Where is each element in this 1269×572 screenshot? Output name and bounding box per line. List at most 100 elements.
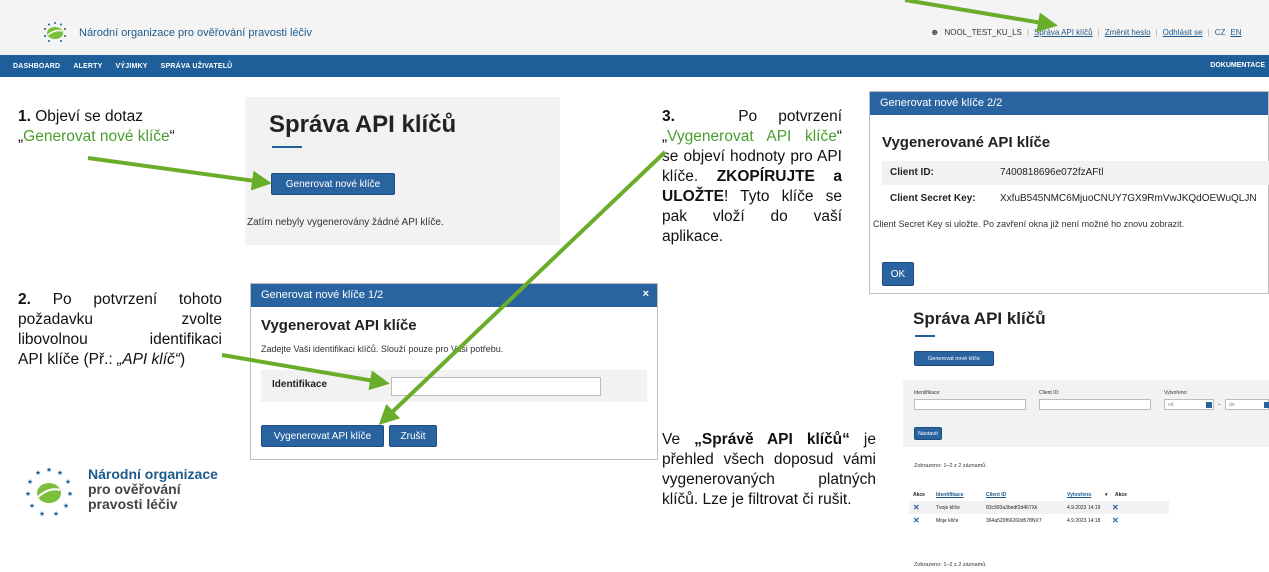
client-id-value: 7400818696e072fzAFtl [1000, 167, 1104, 178]
step1-green: Generovat nové klíče [23, 128, 170, 145]
col-action-2: Akce [1115, 492, 1127, 498]
filter-client-input[interactable] [1039, 399, 1151, 410]
step3-text: 3. Po potvrzení „Vygenerovat API klíče“ … [662, 107, 842, 247]
api-keys-empty-panel: Správa API klíčů Generovat nové klíče Za… [245, 97, 560, 245]
dialog-title: Vygenerované API klíče [882, 134, 1051, 151]
col-action: Akce [913, 492, 925, 498]
main-nav: DASHBOARD ALERTY VÝJIMKY SPRÁVA UŽIVATEL… [0, 55, 1269, 77]
table-row: ✕ Moje klíče 364a520f66260d578NX7 4.9.20… [909, 514, 1169, 527]
calendar-icon[interactable] [1206, 402, 1212, 408]
close-icon[interactable]: × [643, 288, 649, 300]
sort-icon[interactable]: ▾ [1105, 492, 1108, 498]
date-separator: – [1218, 402, 1221, 408]
dialog-title: Vygenerovat API klíče [261, 317, 417, 334]
secret-value: XxfuB545NMC6MjuoCNUY7GX9RmVwJKQdOEWuQLJN [1000, 193, 1257, 204]
api-keys-table: Akce Identifikace Client ID Vytvořeno ▾ … [909, 488, 1169, 527]
user-icon: ☻ [930, 27, 940, 37]
row-client: 364a520f66260d578NX7 [986, 518, 1042, 524]
dialog-header: Generovat nové klíče 1/2 [251, 284, 657, 307]
page-title: Správa API klíčů [269, 111, 457, 138]
step3-line1: Po potvrzení [738, 108, 843, 125]
svg-text:★: ★ [67, 490, 73, 498]
svg-text:★: ★ [46, 466, 52, 474]
delete-icon[interactable]: ✕ [913, 516, 920, 525]
date-to-input[interactable]: do [1225, 399, 1269, 410]
step2-line1: Po potvrzení tohoto [52, 291, 222, 308]
generate-keys-button[interactable]: Generovat nové klíče [914, 351, 994, 366]
filter-ident-label: Identifikace: [914, 390, 941, 396]
step3-green: Vygenerovat API klíče [667, 128, 837, 145]
link-api-keys[interactable]: Správa API klíčů [1034, 28, 1093, 37]
row-ident: Tvoje klíče [936, 505, 960, 511]
step2-example: „API klíč“ [117, 351, 180, 368]
identification-row: Identifikace [261, 370, 647, 402]
dialog-header: Generovat nové klíče 2/2 [870, 92, 1268, 115]
identification-input[interactable] [391, 377, 601, 396]
title-underline [915, 335, 935, 337]
api-keys-overview: Správa API klíčů Generovat nové klíče Id… [903, 304, 1269, 572]
table-row: ✕ Tvoje klíče 83c993a3bedf2d467Xk 4.9.20… [909, 501, 1169, 514]
divider: | [1155, 27, 1158, 37]
quote-close: “ [836, 128, 842, 145]
cancel-button[interactable]: Zrušit [389, 425, 437, 447]
arrow-to-generate-button [87, 156, 272, 191]
filter-client-label: Client ID: [1039, 390, 1060, 396]
logo-line3: pravosti léčiv [88, 496, 178, 512]
col-client[interactable]: Client ID [986, 492, 1006, 498]
generate-keys-button[interactable]: Generovat nové klíče [271, 173, 395, 195]
nool-logo-icon [44, 22, 66, 42]
client-id-label: Client ID: [890, 167, 934, 178]
dialog-subtitle: Zadejte Vaši identifikaci klíčů. Slouží … [261, 344, 504, 354]
delete-icon[interactable]: ✕ [1112, 503, 1119, 512]
link-change-password[interactable]: Změnit heslo [1105, 28, 1151, 37]
lang-cz[interactable]: CZ [1215, 28, 1226, 37]
lang-en[interactable]: EN [1230, 28, 1241, 37]
generate-api-keys-button[interactable]: Vygenerovat API klíče [261, 425, 384, 447]
svg-text:★: ★ [25, 490, 31, 498]
step1-number: 1. [18, 108, 31, 125]
svg-text:★: ★ [39, 510, 45, 518]
username: NOOL_TEST_KU_LS [944, 27, 1022, 37]
step2-line2: požadavku zvolte [18, 311, 222, 328]
nav-dashboard[interactable]: DASHBOARD [13, 63, 60, 70]
secret-note: Client Secret Key si uložte. Po zavření … [873, 219, 1185, 229]
nav-exceptions[interactable]: VÝJIMKY [116, 63, 148, 70]
ok-button[interactable]: OK [882, 262, 914, 286]
svg-text:★: ★ [57, 469, 63, 477]
filter-panel: Identifikace: Client ID: Vytvořeno: od –… [903, 380, 1269, 447]
step3-number: 3. [662, 108, 675, 125]
col-ident[interactable]: Identifikace [936, 492, 964, 498]
nav-alerts[interactable]: ALERTY [73, 63, 102, 70]
step2-line4a: API klíče (Př.: [18, 351, 118, 368]
date-to-placeholder: do [1229, 402, 1235, 408]
table-header: Akce Identifikace Client ID Vytvořeno ▾ … [909, 488, 1169, 501]
nav-user-management[interactable]: SPRÁVA UŽIVATELŮ [161, 63, 233, 70]
record-count: Zobrazeno: 1–2 z 2 záznamů. [914, 463, 987, 469]
calendar-icon[interactable] [1264, 402, 1269, 408]
col-created[interactable]: Vytvořeno [1067, 492, 1091, 498]
filter-ident-input[interactable] [914, 399, 1026, 410]
svg-text:★: ★ [65, 478, 71, 486]
apply-filter-button[interactable]: Nastavit [914, 427, 942, 440]
delete-icon[interactable]: ✕ [1112, 516, 1119, 525]
divider: | [1097, 27, 1100, 37]
step4-text: Ve „Správě API klíčů“ je přehled všech d… [662, 430, 876, 510]
nav-documentation[interactable]: DOKUMENTACE [1210, 62, 1265, 69]
step1-text-a: Objeví se dotaz [35, 108, 143, 125]
logo-line2: pro ověřování [88, 481, 181, 497]
svg-text:★: ★ [53, 510, 59, 518]
step4-prefix: Ve [662, 431, 695, 448]
svg-text:★: ★ [29, 502, 35, 510]
title-underline [272, 146, 302, 148]
record-count-bottom: Zobrazeno: 1–2 z 2 záznamů. [914, 562, 987, 568]
svg-text:★: ★ [27, 478, 33, 486]
row-created: 4.9.2023 14:19 [1067, 505, 1101, 511]
user-area: ☻ NOOL_TEST_KU_LS | Správa API klíčů | Z… [930, 27, 1242, 37]
row-created: 4.9.2023 14:18 [1067, 518, 1101, 524]
link-logout[interactable]: Odhlásit se [1163, 28, 1203, 37]
step2-line4c: ) [179, 351, 186, 368]
date-from-placeholder: od [1168, 402, 1174, 408]
identification-label: Identifikace [272, 379, 328, 390]
delete-icon[interactable]: ✕ [913, 503, 920, 512]
svg-text:★: ★ [35, 469, 41, 477]
